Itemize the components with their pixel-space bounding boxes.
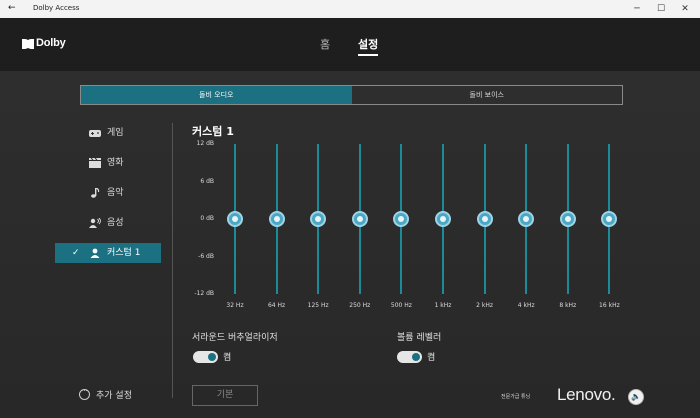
eq-frequency-label: 1 kHz (434, 302, 452, 309)
person-icon (90, 248, 100, 258)
window-title: Dolby Access (33, 4, 80, 12)
surround-virtualizer-label: 서라운드 버추얼라이저 (192, 333, 278, 343)
sidebar-item-game[interactable]: 게임 (55, 123, 161, 143)
eq-frequency-label: 64 Hz (267, 302, 286, 309)
eq-y-label: 0 dB (200, 215, 214, 222)
eq-frequency-label: 16 kHz (599, 302, 620, 309)
sidebar-item-label: 게임 (107, 128, 124, 138)
eq-y-label: -12 dB (194, 290, 214, 297)
equalizer-title: 커스텀 1 (192, 125, 234, 138)
eq-frequency-label: 500 Hz (390, 302, 412, 309)
music-note-icon (91, 188, 100, 198)
film-icon (89, 158, 101, 168)
eq-band-knob[interactable] (476, 211, 493, 227)
back-arrow-icon[interactable]: ← (8, 3, 16, 14)
sidebar-item-label: 음악 (107, 188, 124, 198)
volume-leveler-toggle[interactable] (397, 351, 422, 363)
more-settings-label: 추가 설정 (96, 391, 132, 401)
more-options-icon (79, 387, 90, 400)
lenovo-logo: Lenovo. (557, 385, 616, 404)
eq-frequency-label: 8 kHz (559, 302, 577, 309)
eq-band-knob[interactable] (518, 211, 535, 227)
expert-tuned-label: 전문가급 튜닝 (501, 394, 531, 400)
sidebar-item-music[interactable]: 음악 (55, 183, 161, 203)
profile-sidebar: 게임 영화 음악 음성 ✓ 커스텀 1 (55, 123, 161, 273)
sidebar-item-voice[interactable]: 음성 (55, 213, 161, 233)
eq-frequency-label: 2 kHz (476, 302, 494, 309)
sidebar-item-label: 음성 (107, 218, 124, 228)
sidebar-divider (172, 123, 173, 398)
eq-band-knob[interactable] (559, 211, 576, 227)
sidebar-item-label: 영화 (107, 158, 124, 168)
main-content: 돌비 오디오 돌비 보이스 게임 영화 음악 음성 ✓ 커스텀 1 ··· 추가… (0, 71, 700, 418)
eq-band-knob[interactable] (351, 211, 368, 227)
eq-band-knob[interactable] (393, 211, 410, 227)
eq-y-label: 6 dB (200, 177, 214, 185)
eq-band-knob[interactable] (601, 211, 618, 227)
eq-frequency-label: 125 Hz (307, 302, 329, 309)
speaker-test-button[interactable]: 🔈 (628, 389, 644, 405)
sidebar-item-movie[interactable]: 영화 (55, 153, 161, 173)
surround-virtualizer-state: 켬 (223, 353, 232, 363)
reset-button[interactable]: 기본 (192, 385, 258, 406)
title-bar: ← Dolby Access ─ ☐ ✕ (0, 0, 700, 18)
audio-mode-selector: 돌비 오디오 돌비 보이스 (80, 85, 623, 105)
gamepad-icon (89, 130, 101, 137)
voice-icon (89, 218, 101, 228)
dolby-logo-text: Dolby (36, 37, 66, 49)
eq-frequency-label: 32 Hz (226, 302, 244, 309)
surround-virtualizer-toggle[interactable] (193, 351, 218, 363)
eq-band-knob[interactable] (227, 211, 243, 227)
eq-band-knob[interactable] (310, 211, 327, 227)
app-header: Dolby 홈 설정 (0, 18, 700, 71)
eq-y-label: 12 dB (196, 140, 214, 147)
maximize-button[interactable]: ☐ (649, 2, 673, 16)
eq-band-knob[interactable] (435, 211, 451, 227)
segment-dolby-voice[interactable]: 돌비 보이스 (352, 86, 623, 104)
close-button[interactable]: ✕ (673, 2, 697, 16)
volume-leveler-label: 볼륨 레벨러 (397, 333, 442, 343)
minimize-button[interactable]: ─ (625, 2, 649, 16)
volume-leveler-state: 켬 (427, 353, 436, 363)
eq-frequency-label: 4 kHz (517, 302, 535, 309)
sidebar-item-custom-1[interactable]: ✓ 커스텀 1 (55, 243, 161, 263)
tab-home[interactable]: 홈 (320, 36, 330, 52)
speaker-icon: 🔈 (631, 392, 641, 401)
eq-band-knob[interactable] (268, 211, 285, 227)
segment-dolby-audio[interactable]: 돌비 오디오 (81, 86, 352, 104)
tab-settings[interactable]: 설정 (358, 36, 379, 56)
checkmark-icon: ✓ (72, 248, 80, 258)
eq-y-label: -6 dB (198, 252, 214, 260)
sidebar-item-label: 커스텀 1 (107, 248, 141, 258)
eq-frequency-label: 250 Hz (349, 302, 371, 309)
dolby-logo-icon (22, 39, 34, 49)
